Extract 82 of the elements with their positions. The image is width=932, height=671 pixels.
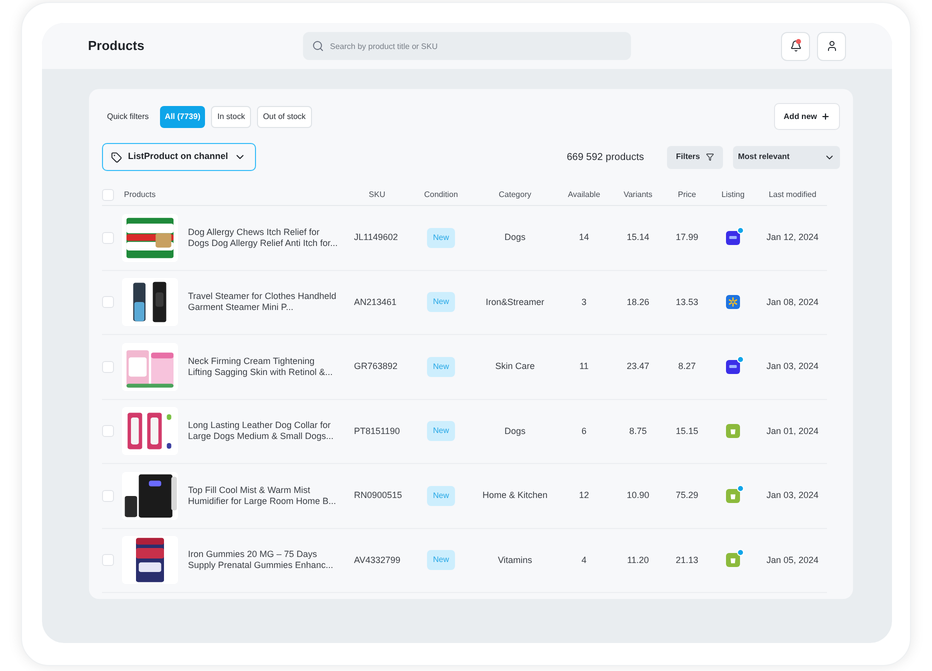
modified-cell-text: Jan 03, 2024 [765, 360, 820, 373]
checkbox[interactable] [102, 360, 114, 373]
modified-cell-text: Jan 12, 2024 [765, 231, 820, 244]
product-title: Top Fill Cool Mist & Warm Mist Humidifier for Large Room Home B... [188, 484, 338, 507]
available-cell-text: 12 [578, 489, 590, 502]
condition-badge: New [426, 550, 455, 570]
product-title: Travel Steamer for Clothes Handheld Garment Steamer Mini P... [188, 291, 338, 314]
filter-chip[interactable]: In stock [211, 106, 251, 128]
sku-cell-text: AN213461 [353, 296, 398, 308]
category-cell-text: Home & Kitchen [481, 489, 549, 502]
modified-cell-text: Jan 05, 2024 [765, 554, 820, 566]
category-cell-text: Skin Care [494, 360, 536, 373]
product-title: Iron Gummies 20 MG – 75 Days Supply Prenatal Gummies Enhanc... [188, 549, 334, 572]
product-title: Neck Firming Cream Tightening Lifting Sagging Skin with Retinol &... [188, 356, 334, 378]
variants-cell-text: 11.20 [626, 554, 650, 566]
notifications-button[interactable] [781, 32, 810, 60]
variants-cell-text: 15.14 [626, 231, 650, 244]
filters-button[interactable]: Filters [666, 146, 723, 168]
filter-chip[interactable]: Out of stock [256, 106, 312, 128]
search-icon [312, 40, 324, 52]
modified-cell-text: Jan 01, 2024 [765, 424, 820, 438]
variants-cell-text: 18.26 [626, 296, 650, 308]
checkbox[interactable] [102, 232, 114, 244]
condition-badge: New [426, 421, 455, 442]
category-cell-text: Dogs [503, 231, 526, 244]
add-new-button[interactable]: Add new [774, 103, 840, 130]
sort-select[interactable]: Most relevant [733, 146, 840, 168]
quick-filters-label: Quick filters [107, 110, 149, 122]
category-cell-text: Vitamins [496, 554, 534, 566]
channel-select[interactable]: ListProduct on channel [102, 143, 256, 171]
sku-cell-text: PT8151190 [353, 424, 401, 438]
column-header: SKU [368, 188, 386, 200]
search-field[interactable]: Search by product title or SKU [303, 32, 631, 60]
sku-cell-text: GR763892 [353, 360, 399, 373]
condition-badge: New [426, 228, 455, 248]
column-header: Listing [720, 188, 746, 200]
variants-cell-text: 10.90 [626, 489, 650, 502]
price-cell-text: 17.99 [674, 231, 700, 244]
checkbox[interactable] [102, 425, 114, 438]
product-title: Long Lasting Leather Dog Collar for Large Dogs Medium & Small Dogs... [188, 420, 335, 442]
price-cell-text: 15.15 [674, 424, 700, 438]
user-icon [826, 40, 838, 52]
column-header: Available [566, 188, 602, 200]
category-cell-text: Dogs [503, 424, 526, 438]
price-cell-text: 21.13 [674, 554, 700, 566]
sku-cell-text: AV4332799 [353, 554, 402, 566]
column-header: Variants [622, 188, 654, 200]
column-header: Category [498, 188, 532, 200]
product-title: Dog Allergy Chews Itch Relief for Dogs Dog Allergy Relief Anti Itch for... [188, 226, 338, 249]
price-cell-text: 13.53 [674, 296, 700, 308]
profile-button[interactable] [817, 32, 846, 60]
modified-cell-text: Jan 03, 2024 [765, 489, 820, 502]
page-title: Products [88, 37, 146, 56]
checkbox[interactable] [102, 554, 114, 566]
product-count: 669 592 products [566, 150, 644, 164]
column-header: Condition [423, 188, 459, 200]
column-header: Products [123, 188, 157, 200]
available-cell-text: 6 [580, 424, 588, 438]
sku-cell-text: JL1149602 [353, 231, 399, 244]
variants-cell-text: 23.47 [626, 360, 650, 373]
available-cell-text: 11 [578, 360, 590, 373]
price-cell-text: 8.27 [677, 360, 697, 373]
modified-cell-text: Jan 08, 2024 [765, 296, 820, 308]
checkbox[interactable] [102, 296, 114, 308]
bell-icon [790, 40, 802, 52]
sku-cell-text: RN0900515 [353, 489, 404, 502]
available-cell-text: 4 [580, 554, 588, 566]
column-header: Price [676, 188, 698, 200]
condition-badge: New [426, 292, 455, 312]
tag-icon [111, 152, 122, 162]
plus-icon [821, 112, 830, 121]
price-cell-text: 75.29 [674, 489, 700, 502]
available-cell-text: 14 [578, 231, 590, 244]
condition-badge: New [426, 486, 455, 506]
condition-badge: New [426, 356, 455, 377]
checkbox[interactable] [102, 490, 114, 502]
available-cell-text: 3 [580, 296, 588, 308]
variants-cell-text: 8.75 [628, 424, 648, 438]
filter-icon [706, 153, 714, 161]
category-cell-text: Iron&Streamer [484, 296, 546, 308]
column-header: Last modified [768, 188, 818, 200]
checkbox[interactable] [102, 188, 114, 200]
